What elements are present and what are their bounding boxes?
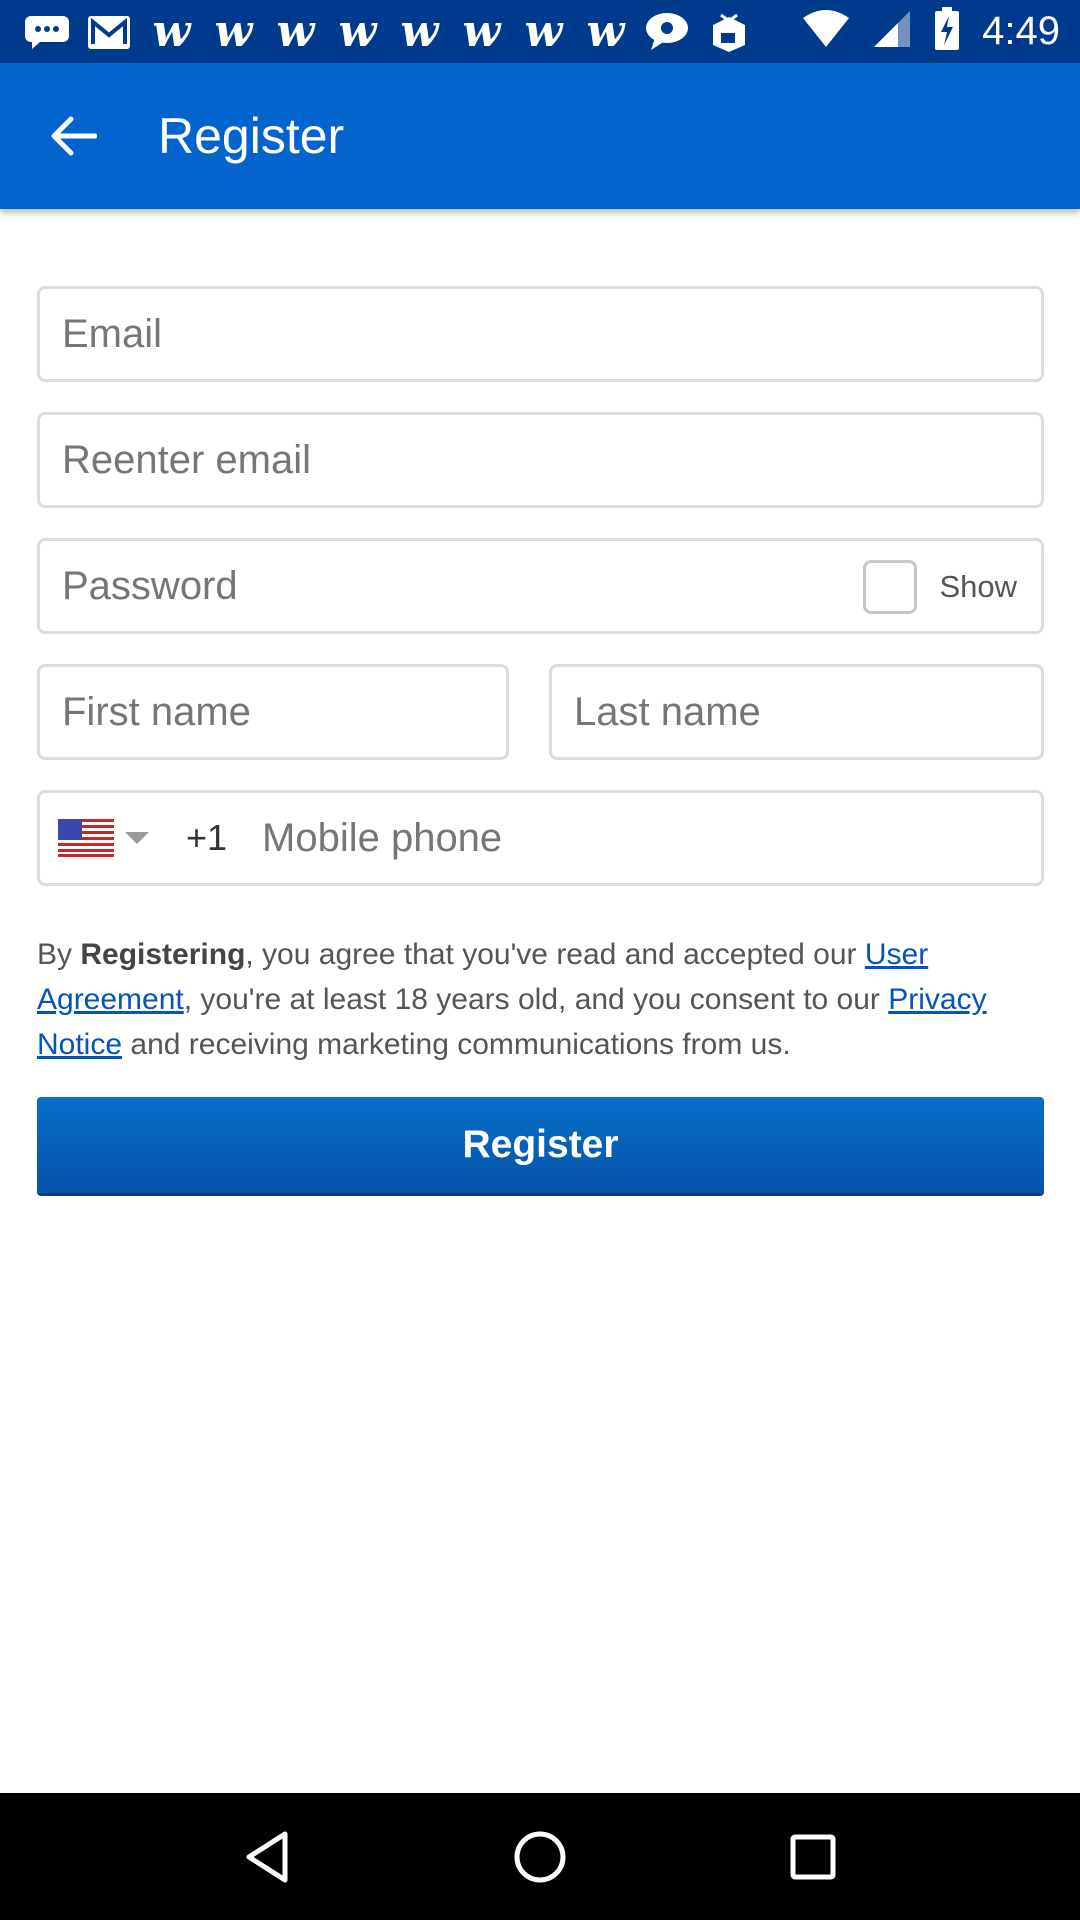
country-dial-code: +1 xyxy=(186,817,228,858)
w-app-icon: w xyxy=(462,5,501,57)
home-circle-icon xyxy=(514,1831,566,1882)
clock: 4:49 xyxy=(982,9,1060,53)
nav-back-button[interactable] xyxy=(222,1812,312,1902)
first-name-field-container xyxy=(37,664,509,760)
first-name-field[interactable] xyxy=(40,667,506,757)
legal-bold: Registering xyxy=(80,938,246,971)
w-app-icon: w xyxy=(152,5,191,57)
w-app-icon: w xyxy=(276,5,315,57)
last-name-field-container xyxy=(549,664,1044,760)
recents-square-icon xyxy=(790,1834,836,1879)
box-app-icon xyxy=(706,10,752,54)
cell-signal-icon xyxy=(872,9,912,54)
register-screen: w w w w w w w w 4:49 Register Email Reen… xyxy=(0,0,1080,1920)
chevron-down-icon xyxy=(125,832,149,844)
battery-charging-icon xyxy=(934,7,960,56)
status-right: 4:49 xyxy=(802,7,1060,56)
legal-text-3: and receiving marketing communications f… xyxy=(122,1028,791,1061)
email-field-container xyxy=(37,286,1044,382)
nav-home-button[interactable] xyxy=(495,1812,585,1902)
show-password-label: Show xyxy=(939,569,1017,604)
wifi-icon xyxy=(802,10,850,53)
reenter-email-field-container xyxy=(37,412,1044,508)
us-flag-icon xyxy=(58,819,114,857)
legal-prefix: By xyxy=(37,938,81,971)
back-button[interactable] xyxy=(28,91,118,181)
email-field[interactable] xyxy=(40,289,1041,379)
chat-bubble-icon xyxy=(644,10,690,54)
country-selector[interactable]: +1 xyxy=(58,793,227,883)
message-icon xyxy=(24,10,70,54)
page-title: Register xyxy=(158,108,345,164)
reenter-email-field[interactable] xyxy=(40,415,1041,505)
password-field-container: Show xyxy=(37,538,1044,634)
mobile-phone-field-container: +1 xyxy=(37,790,1044,886)
w-app-icon: w xyxy=(524,5,563,57)
legal-text-1: , you agree that you've read and accepte… xyxy=(245,938,865,971)
register-button[interactable]: Register xyxy=(37,1097,1044,1193)
arrow-back-icon xyxy=(51,116,97,156)
show-password-toggle[interactable]: Show xyxy=(863,559,1017,615)
back-triangle-icon xyxy=(246,1831,288,1882)
w-app-icon: w xyxy=(586,5,625,57)
nav-recents-button[interactable] xyxy=(768,1812,858,1902)
legal-text-2: , you're at least 18 years old, and you … xyxy=(183,983,889,1016)
navigation-bar xyxy=(0,1793,1080,1920)
status-bar: w w w w w w w w 4:49 xyxy=(0,0,1080,63)
app-bar: Register xyxy=(0,63,1080,209)
legal-notice: By Registering, you agree that you've re… xyxy=(37,932,1037,1067)
last-name-field[interactable] xyxy=(552,667,1041,757)
w-app-icon: w xyxy=(400,5,439,57)
w-app-icon: w xyxy=(338,5,377,57)
w-app-icon: w xyxy=(214,5,253,57)
show-password-checkbox[interactable] xyxy=(863,560,918,614)
gmail-icon xyxy=(86,10,132,54)
notification-icons: w w w w w w w w xyxy=(24,5,802,57)
